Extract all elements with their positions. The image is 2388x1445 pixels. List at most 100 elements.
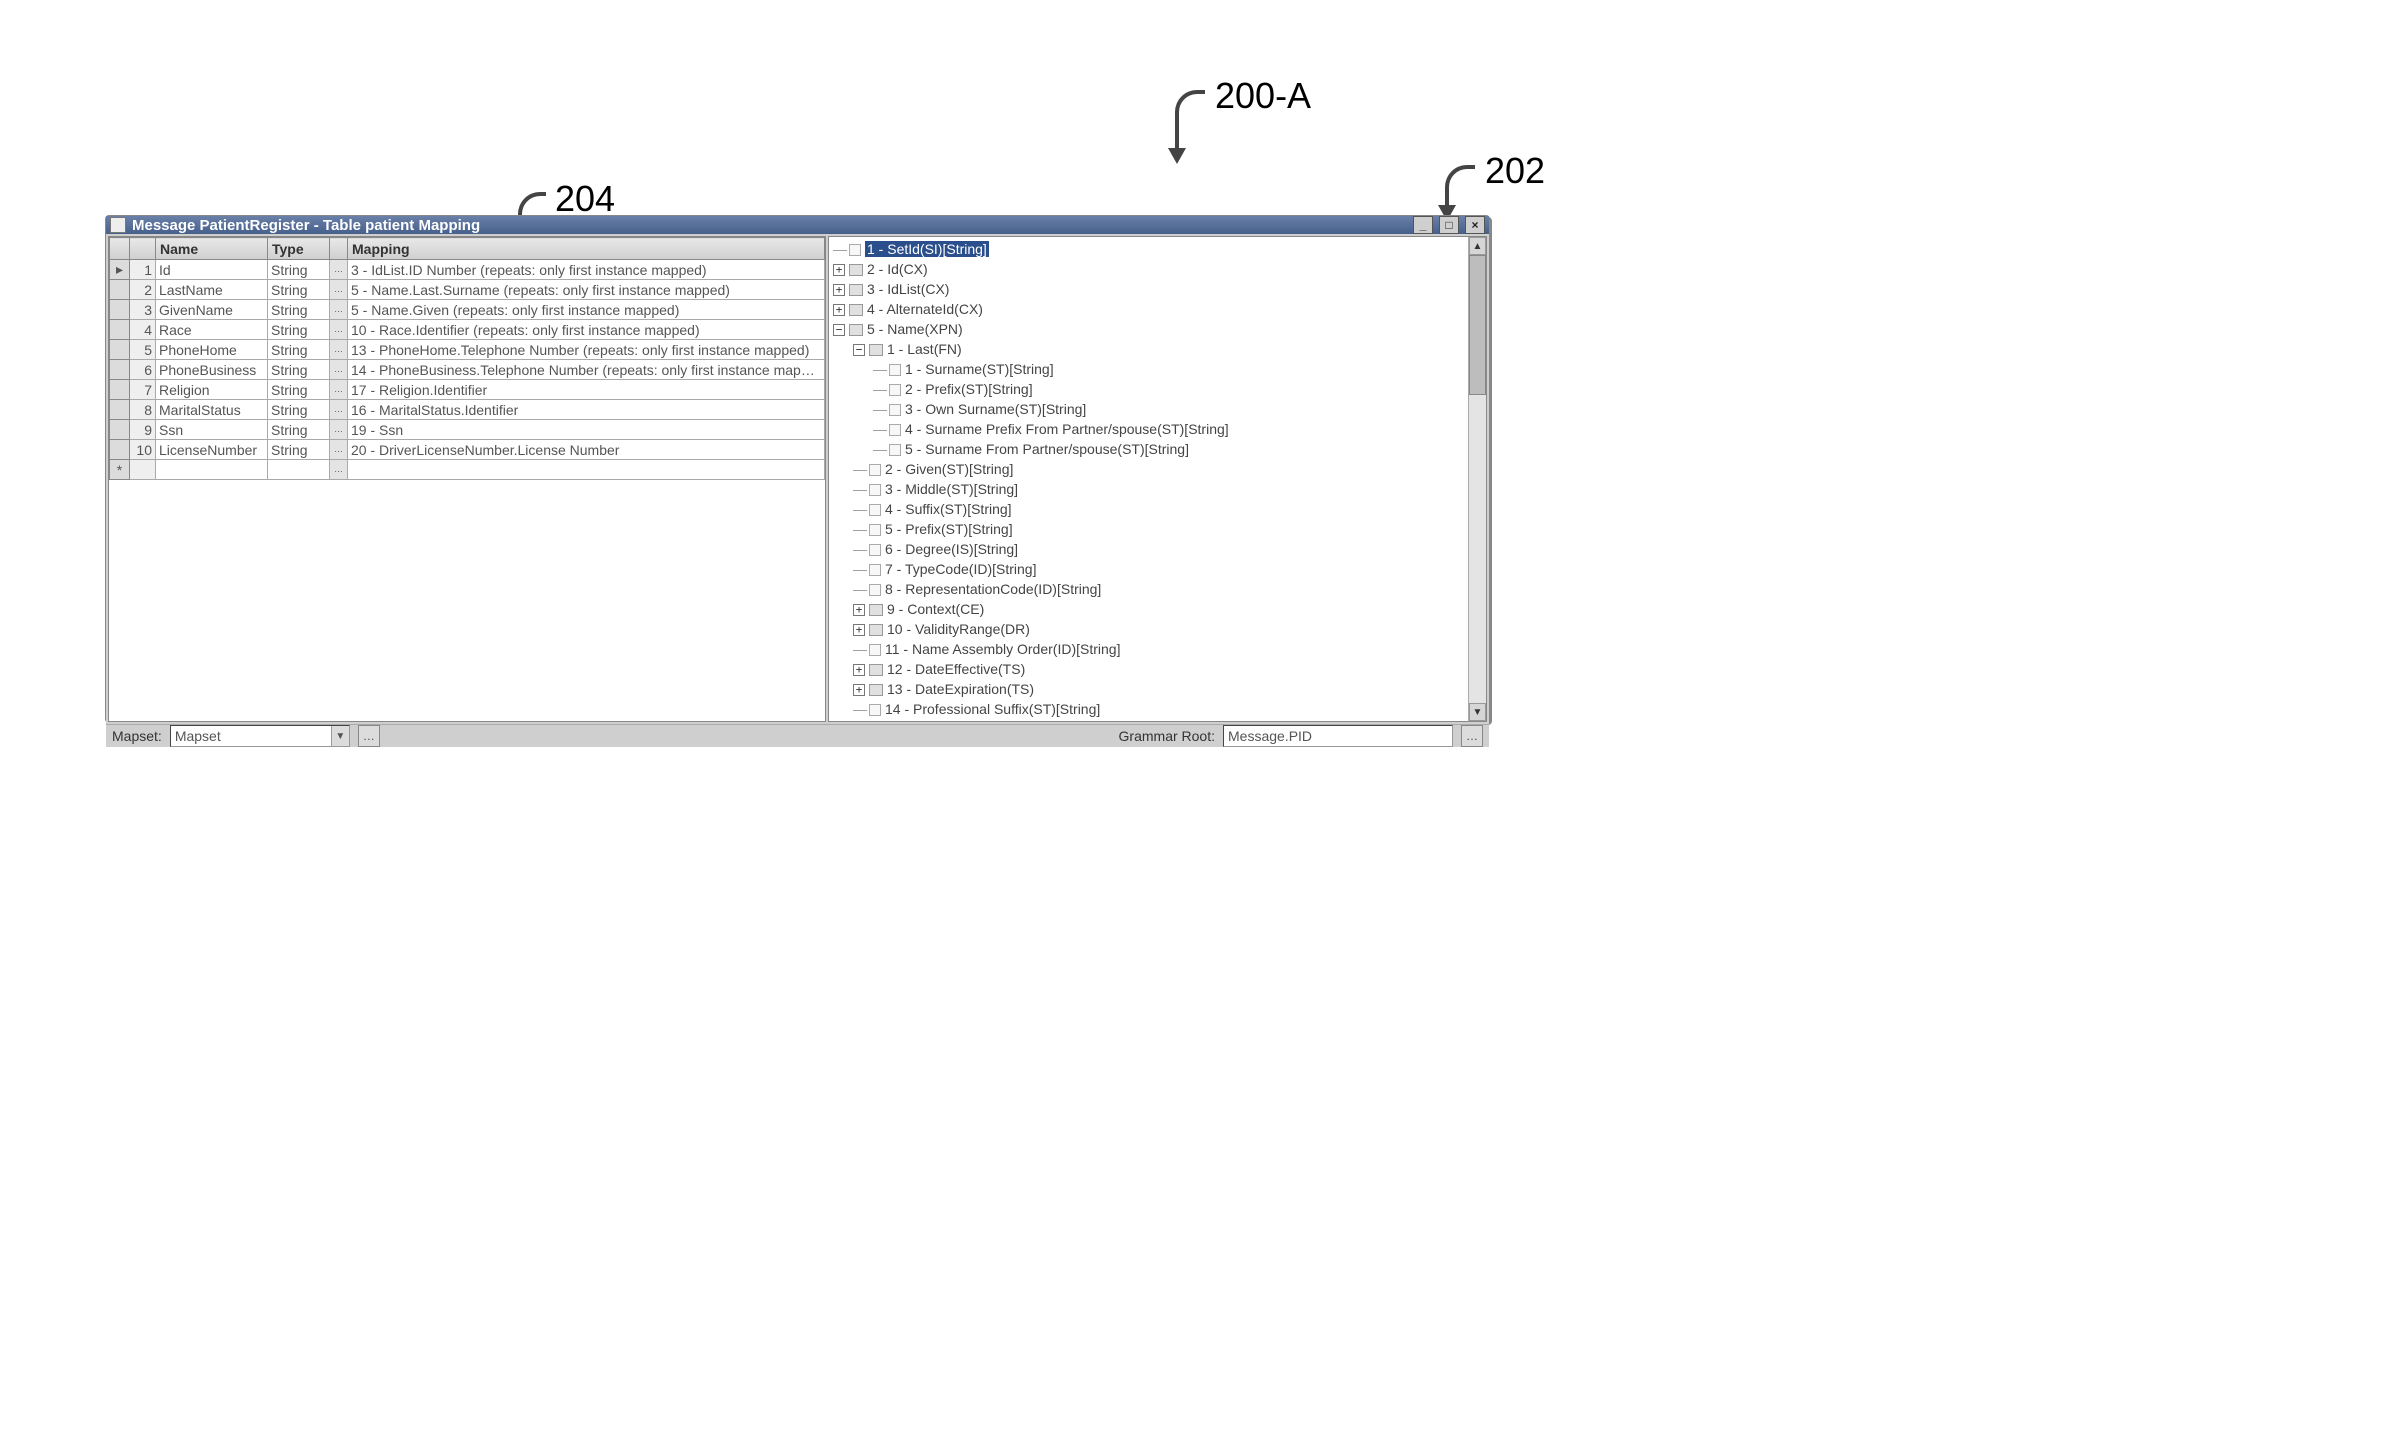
expand-icon[interactable]: + [833, 264, 845, 276]
cell-type[interactable] [268, 460, 330, 480]
titlebar[interactable]: Message PatientRegister - Table patient … [106, 216, 1489, 234]
cell-name[interactable]: LicenseNumber [156, 440, 268, 460]
table-row[interactable]: 6PhoneBusinessString…14 - PhoneBusiness.… [110, 360, 825, 380]
mapset-combo[interactable]: Mapset ▼ [170, 725, 350, 747]
tree-node[interactable]: 5 - Surname From Partner/spouse(ST)[Stri… [905, 441, 1189, 457]
cell-mapping[interactable]: 16 - MaritalStatus.Identifier [348, 400, 825, 420]
scroll-up-icon[interactable]: ▲ [1469, 237, 1486, 255]
schema-tree[interactable]: —1 - SetId(SI)[String] +2 - Id(CX) +3 - … [831, 239, 1484, 719]
cell-name[interactable]: PhoneHome [156, 340, 268, 360]
tree-node[interactable]: 5 - Name(XPN) [867, 321, 963, 337]
scroll-down-icon[interactable]: ▼ [1469, 703, 1486, 721]
tree-node[interactable]: 6 - Degree(IS)[String] [885, 541, 1018, 557]
mapping-picker-button[interactable]: … [330, 300, 348, 320]
table-row[interactable]: 10LicenseNumberString…20 - DriverLicense… [110, 440, 825, 460]
cell-mapping[interactable] [348, 460, 825, 480]
table-row[interactable]: 7ReligionString…17 - Religion.Identifier [110, 380, 825, 400]
mapping-picker-button[interactable]: … [330, 460, 348, 480]
col-rowselector[interactable] [110, 238, 130, 260]
cell-name[interactable]: PhoneBusiness [156, 360, 268, 380]
collapse-icon[interactable]: − [833, 324, 845, 336]
tree-node[interactable]: 2 - Prefix(ST)[String] [905, 381, 1033, 397]
cell-mapping[interactable]: 5 - Name.Last.Surname (repeats: only fir… [348, 280, 825, 300]
cell-mapping[interactable]: 17 - Religion.Identifier [348, 380, 825, 400]
row-selector[interactable] [110, 440, 130, 460]
tree-node[interactable]: 1 - Last(FN) [887, 341, 962, 357]
tree-node[interactable]: 3 - IdList(CX) [867, 281, 949, 297]
expand-icon[interactable]: + [853, 624, 865, 636]
minimize-button[interactable]: _ [1413, 216, 1433, 234]
mapping-picker-button[interactable]: … [330, 420, 348, 440]
col-name[interactable]: Name [156, 238, 268, 260]
expand-icon[interactable]: + [853, 664, 865, 676]
tree-node[interactable]: 12 - DateEffective(TS) [887, 661, 1025, 677]
tree-node[interactable]: 3 - Middle(ST)[String] [885, 481, 1018, 497]
grammar-root-field[interactable]: Message.PID [1223, 725, 1453, 747]
expand-icon[interactable]: + [853, 604, 865, 616]
tree-node[interactable]: 4 - Suffix(ST)[String] [885, 501, 1012, 517]
cell-type[interactable]: String [268, 320, 330, 340]
cell-mapping[interactable]: 5 - Name.Given (repeats: only first inst… [348, 300, 825, 320]
tree-node[interactable]: 2 - Given(ST)[String] [885, 461, 1013, 477]
grammar-root-browse-button[interactable]: … [1461, 725, 1483, 747]
col-mapping[interactable]: Mapping [348, 238, 825, 260]
row-selector[interactable] [110, 320, 130, 340]
cell-name[interactable]: LastName [156, 280, 268, 300]
cell-mapping[interactable]: 10 - Race.Identifier (repeats: only firs… [348, 320, 825, 340]
row-selector[interactable] [110, 280, 130, 300]
mapping-grid[interactable]: Name Type Mapping ▸1IdString…3 - IdList.… [108, 236, 826, 722]
row-selector[interactable] [110, 360, 130, 380]
cell-mapping[interactable]: 13 - PhoneHome.Telephone Number (repeats… [348, 340, 825, 360]
tree-node[interactable]: 13 - DateExpiration(TS) [887, 681, 1034, 697]
cell-type[interactable]: String [268, 380, 330, 400]
mapping-picker-button[interactable]: … [330, 440, 348, 460]
collapse-icon[interactable]: − [853, 344, 865, 356]
table-row[interactable]: ▸1IdString…3 - IdList.ID Number (repeats… [110, 260, 825, 280]
tree-node[interactable]: 3 - Own Surname(ST)[String] [905, 401, 1086, 417]
cell-name[interactable]: Ssn [156, 420, 268, 440]
tree-node-selected[interactable]: 1 - SetId(SI)[String] [865, 241, 989, 257]
tree-node[interactable]: 4 - Surname Prefix From Partner/spouse(S… [905, 421, 1229, 437]
cell-mapping[interactable]: 20 - DriverLicenseNumber.License Number [348, 440, 825, 460]
scroll-thumb[interactable] [1469, 255, 1486, 395]
cell-name[interactable]: Religion [156, 380, 268, 400]
cell-mapping[interactable]: 19 - Ssn [348, 420, 825, 440]
cell-name[interactable] [156, 460, 268, 480]
cell-type[interactable]: String [268, 280, 330, 300]
table-row[interactable]: 5PhoneHomeString…13 - PhoneHome.Telephon… [110, 340, 825, 360]
mapping-picker-button[interactable]: … [330, 260, 348, 280]
row-selector[interactable]: * [110, 460, 130, 480]
table-row[interactable]: 9SsnString…19 - Ssn [110, 420, 825, 440]
tree-node[interactable]: 2 - Id(CX) [867, 261, 928, 277]
row-selector[interactable] [110, 300, 130, 320]
table-row[interactable]: *… [110, 460, 825, 480]
tree-node[interactable]: 14 - Professional Suffix(ST)[String] [885, 701, 1100, 717]
cell-mapping[interactable]: 14 - PhoneBusiness.Telephone Number (rep… [348, 360, 825, 380]
tree-node[interactable]: 10 - ValidityRange(DR) [887, 621, 1030, 637]
cell-mapping[interactable]: 3 - IdList.ID Number (repeats: only firs… [348, 260, 825, 280]
cell-name[interactable]: MaritalStatus [156, 400, 268, 420]
tree-node[interactable]: 9 - Context(CE) [887, 601, 984, 617]
row-selector[interactable] [110, 380, 130, 400]
cell-name[interactable]: Id [156, 260, 268, 280]
col-mapsel[interactable] [330, 238, 348, 260]
cell-type[interactable]: String [268, 300, 330, 320]
cell-type[interactable]: String [268, 440, 330, 460]
expand-icon[interactable]: + [833, 304, 845, 316]
mapset-browse-button[interactable]: … [358, 725, 380, 747]
row-selector[interactable]: ▸ [110, 260, 130, 280]
cell-type[interactable]: String [268, 340, 330, 360]
expand-icon[interactable]: + [833, 284, 845, 296]
maximize-button[interactable]: □ [1439, 216, 1459, 234]
tree-node[interactable]: 4 - AlternateId(CX) [867, 301, 983, 317]
chevron-down-icon[interactable]: ▼ [331, 726, 349, 746]
row-selector[interactable] [110, 420, 130, 440]
col-type[interactable]: Type [268, 238, 330, 260]
tree-node[interactable]: 5 - Prefix(ST)[String] [885, 521, 1013, 537]
cell-type[interactable]: String [268, 260, 330, 280]
cell-type[interactable]: String [268, 400, 330, 420]
mapping-picker-button[interactable]: … [330, 340, 348, 360]
tree-scrollbar[interactable]: ▲ ▼ [1468, 237, 1486, 721]
tree-node[interactable]: 8 - RepresentationCode(ID)[String] [885, 581, 1101, 597]
mapping-picker-button[interactable]: … [330, 400, 348, 420]
